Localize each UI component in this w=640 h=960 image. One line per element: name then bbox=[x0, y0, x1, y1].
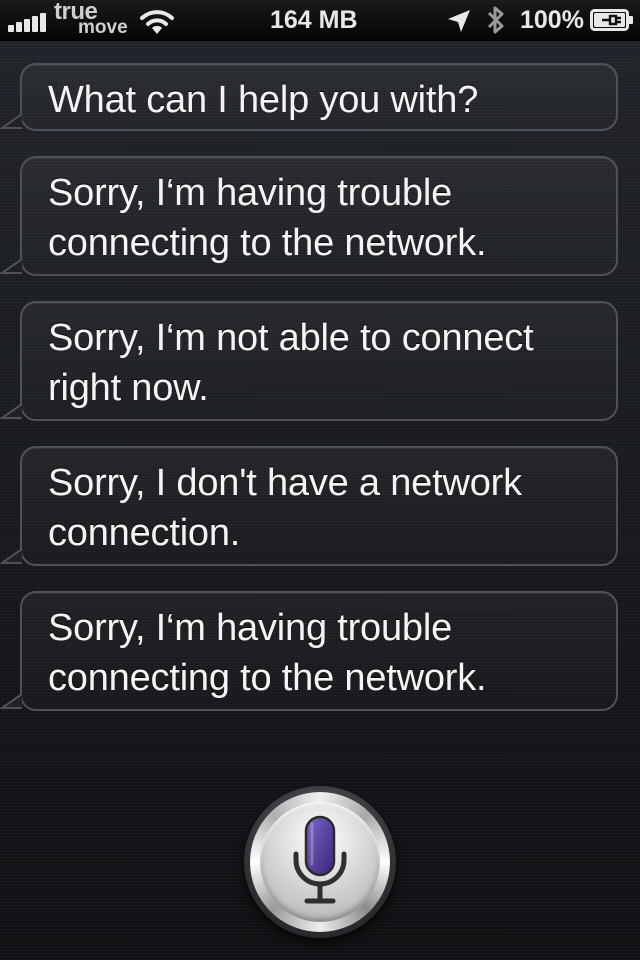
siri-response-bubble: Sorry, I‘m having trouble connecting to … bbox=[20, 591, 618, 711]
siri-response-bubble: Sorry, I‘m not able to connect right now… bbox=[20, 301, 618, 421]
siri-screen: true move 164 MB 100% What can I help yo… bbox=[0, 0, 640, 960]
response-text: Sorry, I don't have a network connection… bbox=[48, 462, 522, 554]
siri-response-bubble: What can I help you with? bbox=[20, 63, 618, 131]
siri-response-bubble: Sorry, I don't have a network connection… bbox=[20, 446, 618, 566]
location-arrow-icon bbox=[448, 10, 470, 32]
microphone-icon bbox=[293, 815, 347, 904]
response-text: What can I help you with? bbox=[48, 79, 479, 121]
bubble-tail bbox=[0, 404, 23, 419]
memory-indicator: 164 MB bbox=[270, 6, 358, 34]
response-text: Sorry, I‘m having trouble connecting to … bbox=[48, 172, 487, 264]
bubble-tail bbox=[0, 549, 23, 564]
bubble-tail bbox=[0, 114, 23, 129]
status-bar: true move 164 MB 100% bbox=[0, 0, 640, 41]
battery-percentage: 100% bbox=[520, 6, 584, 34]
carrier-name-line2: move bbox=[78, 17, 128, 38]
response-text: Sorry, I‘m not able to connect right now… bbox=[48, 317, 534, 409]
siri-mic-button[interactable] bbox=[244, 786, 396, 938]
signal-bars-icon bbox=[8, 12, 48, 32]
bluetooth-icon bbox=[487, 6, 504, 34]
wifi-icon bbox=[140, 10, 174, 34]
bubble-tail bbox=[0, 259, 23, 274]
response-text: Sorry, I‘m having trouble connecting to … bbox=[48, 607, 487, 699]
bubble-tail bbox=[0, 694, 23, 709]
siri-response-bubble: Sorry, I‘m having trouble connecting to … bbox=[20, 156, 618, 276]
battery-charging-icon bbox=[590, 9, 633, 31]
carrier-logo: true move bbox=[52, 0, 132, 40]
